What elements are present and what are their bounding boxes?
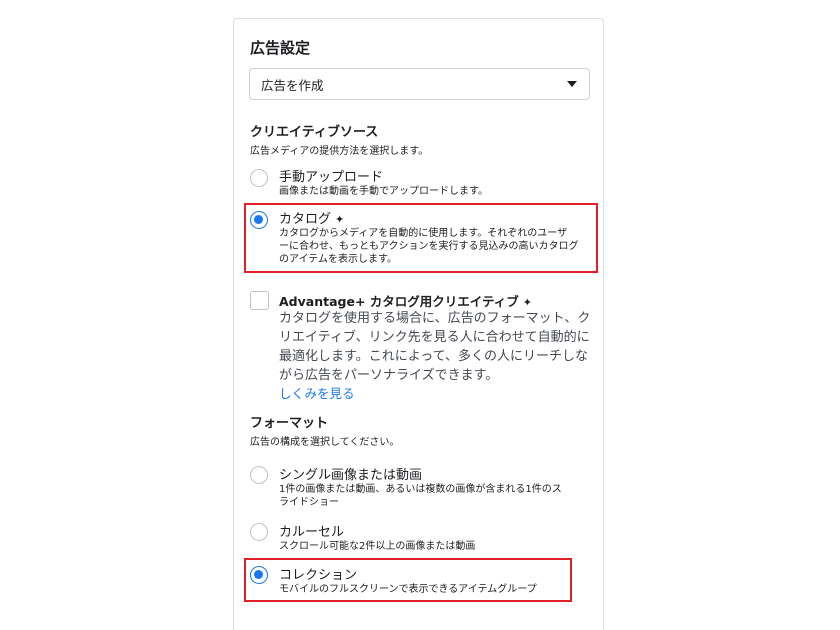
radio-carousel[interactable] bbox=[250, 523, 268, 541]
radio-single-image-video[interactable] bbox=[250, 466, 268, 484]
sparkle-icon: ✦ bbox=[522, 296, 532, 309]
ad-type-dropdown[interactable]: 広告を作成 bbox=[249, 68, 590, 100]
radio-manual-upload[interactable] bbox=[250, 169, 268, 187]
creative-source-subtitle: 広告メディアの提供方法を選択します。 bbox=[250, 146, 429, 157]
desc-line: 最適化します。これによって、多くの人にリーチしな bbox=[279, 349, 589, 364]
desc-line: ーに合わせ、もっともアクションを実行する見込みの高いカタログ bbox=[279, 241, 579, 252]
advantage-catalog-checkbox[interactable] bbox=[250, 291, 269, 310]
dropdown-value: 広告を作成 bbox=[261, 77, 324, 93]
desc-line: カタログを使用する場合に、広告のフォーマット、ク bbox=[279, 311, 591, 326]
desc-line: のアイテムを表示します。 bbox=[279, 254, 397, 265]
option-desc-manual-upload: 画像または動画を手動でアップロードします。 bbox=[279, 186, 488, 197]
option-label-carousel: カルーセル bbox=[279, 525, 345, 540]
option-desc-catalog: カタログからメディアを自動的に使用します。それぞれのユーザ ーに合わせ、もっとも… bbox=[279, 227, 597, 266]
learn-more-link[interactable]: しくみを見る bbox=[279, 383, 355, 402]
catalog-label-text: カタログ bbox=[279, 212, 332, 227]
sparkle-icon: ✦ bbox=[335, 213, 345, 226]
desc-line: リエイティブ、リンク先を見る人に合わせて自動的に bbox=[279, 330, 590, 345]
option-label-catalog: カタログ ✦ bbox=[279, 208, 344, 227]
option-label-collection: コレクション bbox=[279, 568, 358, 583]
option-desc-collection: モバイルのフルスクリーンで表示できるアイテムグループ bbox=[279, 584, 537, 595]
option-label-manual-upload: 手動アップロード bbox=[279, 170, 384, 185]
advantage-label-text: Advantage+ カタログ用クリエイティブ bbox=[279, 294, 519, 309]
ad-settings-panel: 広告設定 広告を作成 クリエイティブソース 広告メディアの提供方法を選択します。… bbox=[233, 18, 604, 630]
option-desc-carousel: スクロール可能な2件以上の画像または動画 bbox=[279, 541, 476, 552]
format-title: フォーマット bbox=[250, 416, 329, 431]
option-desc-single: 1件の画像または動画、あるいは複数の画像が含まれる1件のス ライドショー bbox=[279, 483, 597, 509]
desc-line: ライドショー bbox=[279, 497, 339, 508]
desc-line: カタログからメディアを自動的に使用します。それぞれのユーザ bbox=[279, 228, 568, 239]
panel-title: 広告設定 bbox=[250, 39, 311, 57]
radio-collection[interactable] bbox=[250, 566, 268, 584]
advantage-description: カタログを使用する場合に、広告のフォーマット、ク リエイティブ、リンク先を見る人… bbox=[279, 309, 597, 385]
caret-down-icon bbox=[567, 81, 577, 87]
creative-source-title: クリエイティブソース bbox=[250, 125, 379, 140]
radio-catalog[interactable] bbox=[250, 211, 268, 229]
option-label-single: シングル画像または動画 bbox=[279, 468, 423, 483]
advantage-label: Advantage+ カタログ用クリエイティブ ✦ bbox=[279, 291, 532, 310]
format-subtitle: 広告の構成を選択してください。 bbox=[250, 437, 400, 448]
desc-line: 1件の画像または動画、あるいは複数の画像が含まれる1件のス bbox=[279, 484, 562, 495]
